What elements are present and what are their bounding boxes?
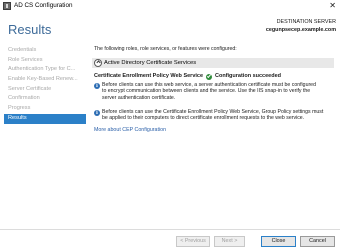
destination-server-value: cegunpsecep.example.com — [265, 27, 336, 33]
nav-item-confirmation: Confirmation — [8, 95, 40, 102]
destination-server: DESTINATION SERVER cegunpsecep.example.c… — [266, 18, 336, 34]
window-title: AD CS Configuration — [14, 2, 73, 9]
nav-item-authentication-type: Authentication Type for C... — [8, 66, 76, 73]
info-message-1-line: server authentication certificate. — [102, 94, 176, 101]
role-heading: Active Directory Certificate Services — [104, 59, 197, 66]
info-icon: i — [94, 82, 100, 89]
ad-cs-app-icon — [3, 2, 11, 10]
results-content: The following roles, role services, or f… — [92, 46, 338, 133]
info-message-1-line: to encrypt communication between clients… — [102, 88, 311, 95]
results-intro: The following roles, role services, or f… — [94, 46, 237, 52]
nav-item-server-certificate: Server Certificate — [8, 85, 52, 92]
close-button[interactable]: Close — [261, 236, 296, 247]
more-about-cep-link[interactable]: More about CEP Configuration — [94, 127, 166, 133]
nav-item-credentials: Credentials — [8, 47, 37, 53]
nav-item-progress: Progress — [8, 105, 31, 112]
ad-cs-configuration-window: AD CS Configuration ✕ Results DESTINATIO… — [0, 0, 340, 252]
nav-item-role-services: Role Services — [8, 56, 43, 63]
nav-item-key-based-renewal: Enable Key-Based Renew... — [8, 76, 78, 83]
cancel-button[interactable]: Cancel — [300, 236, 335, 247]
destination-server-label: DESTINATION SERVER — [276, 19, 336, 25]
title-bar: AD CS Configuration ✕ — [0, 0, 340, 13]
footer-divider — [0, 229, 340, 230]
success-check-icon — [206, 73, 212, 80]
page-title: Results — [8, 22, 52, 37]
info-icon: i — [94, 109, 100, 116]
service-status: Configuration succeeded — [215, 73, 282, 79]
wizard-navigation: Credentials Role Services Authentication… — [0, 46, 86, 124]
next-button[interactable]: Next > — [214, 236, 245, 247]
role-section-header[interactable]: Active Directory Certificate Services — [92, 58, 334, 68]
info-message-2-line: be applied to their computers to direct … — [102, 115, 305, 122]
chevron-up-circle-icon[interactable] — [94, 59, 102, 67]
service-name: Certificate Enrollment Policy Web Servic… — [94, 73, 204, 79]
previous-button[interactable]: < Previous — [176, 236, 210, 247]
nav-item-results[interactable]: Results — [4, 113, 86, 124]
service-result-row: Certificate Enrollment Policy Web Servic… — [94, 73, 338, 81]
close-window-icon[interactable]: ✕ — [329, 0, 336, 11]
